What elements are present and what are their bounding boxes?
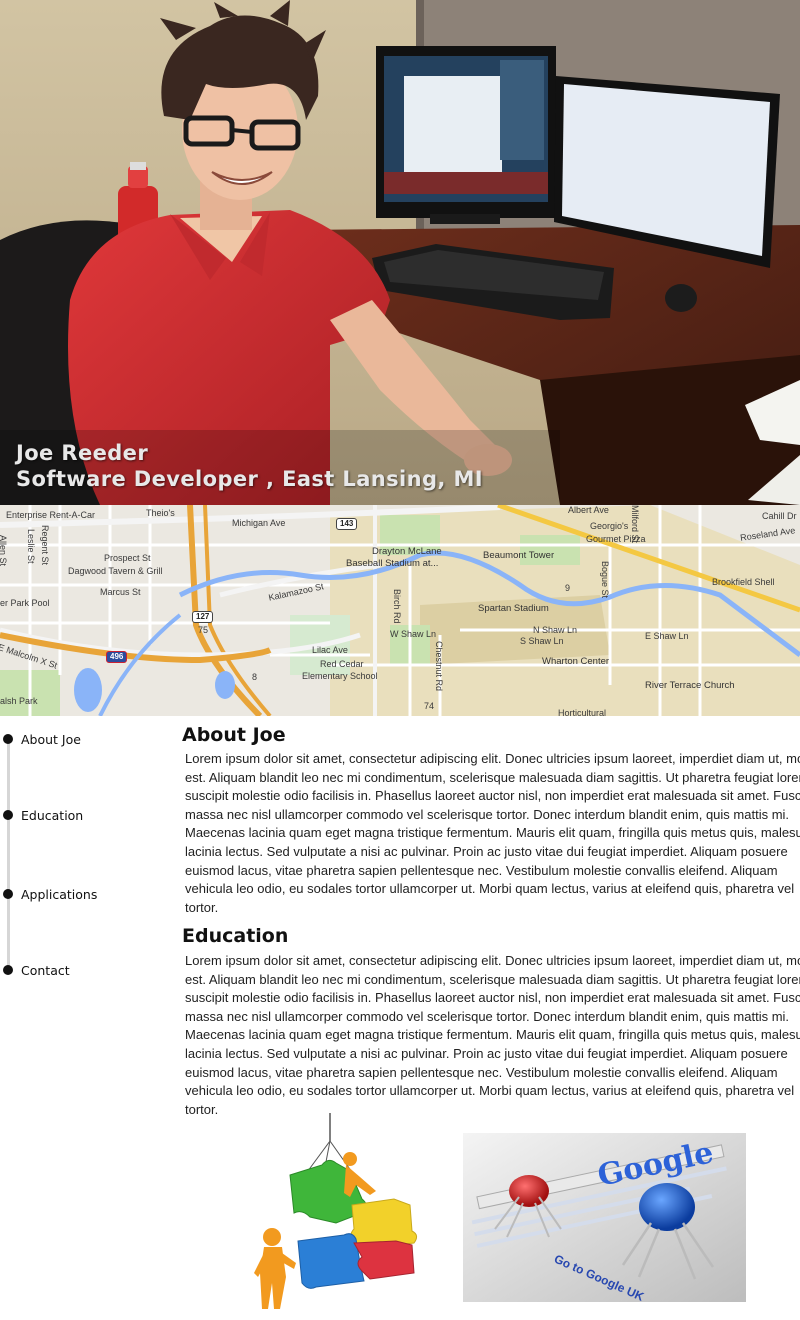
hero-photo-illustration [0,0,800,505]
map-label-walshpark: alsh Park [0,696,38,706]
about-section-body: Lorem ipsum dolor sit amet, consectetur … [185,751,800,915]
map-label-elementary: Elementary School [302,671,378,681]
map-label-baseball: Baseball Stadium at... [346,558,439,569]
map-shield-74: 74 [424,701,435,711]
map-shield-127: 127 [192,611,214,623]
nav-item-about-joe[interactable]: About Joe [3,730,81,748]
map-label-wshaw: W Shaw Ln [390,629,437,639]
map-label-theios: Theio's [146,508,175,518]
map-label-sshaw: S Shaw Ln [520,636,564,646]
nav-item-education[interactable]: Education [3,806,83,824]
map-label-cahill: Cahill Dr [762,511,797,521]
map-shield-9: 9 [565,583,571,593]
location-map[interactable]: Enterprise Rent-A-Car Theio's Michigan A… [0,505,800,716]
map-label-prospect: Prospect St [104,553,151,563]
google-spiders-illustration: Google Go to Google UK [463,1133,746,1302]
map-label-spartan: Spartan Stadium [478,603,549,614]
bullet-dot-icon [3,810,13,820]
map-shield-496: 496 [106,651,128,663]
map-label-michigan-ave: Michigan Ave [232,518,286,528]
hero-subtitle: Software Developer , East Lansing, MI [16,467,484,491]
map-label-brookfield: Brookfield Shell [712,577,775,587]
map-label-milford: Milford St [630,505,640,544]
nav-item-label: Contact [21,962,70,978]
nav-item-applications[interactable]: Applications [3,885,97,903]
puzzle-illustration [254,1113,418,1309]
bullet-dot-icon [3,734,13,744]
bullet-dot-icon [3,965,13,975]
hero-caption: Joe Reeder Software Developer , East Lan… [16,440,483,492]
map-label-eshaw: E Shaw Ln [645,631,689,641]
map-label-nshaw: N Shaw Ln [533,625,578,635]
map-label-regent: Regent St [40,525,50,566]
education-section-body: Lorem ipsum dolor sit amet, consectetur … [185,953,800,1117]
map-shield-8: 8 [252,672,258,682]
map-label-lilac: Lilac Ave [312,645,348,655]
map-label-horticultural: Horticultural [558,708,607,716]
map-label-enterprise: Enterprise Rent-A-Car [6,510,96,520]
map-label-albert-ave: Albert Ave [568,505,609,515]
map-label-allen: Allen St [0,535,8,567]
map-label-georgios: Georgio's [590,521,629,531]
map-label-birch: Birch Rd [392,589,402,624]
side-nav: About Joe Education Applications Contact [0,730,170,990]
page: Joe Reeder Software Developer , East Lan… [0,0,800,1320]
nav-item-contact[interactable]: Contact [3,961,70,979]
map-label-bogue: Bogue St [600,561,610,599]
about-section-title: About Joe [182,724,286,746]
nav-timeline-line [7,740,10,972]
map-shield-143: 143 [336,518,358,530]
map-label-chestnut: Chestnut Rd [434,641,444,692]
map-label-drayton: Drayton McLane [372,546,442,557]
map-label-beaumont: Beaumont Tower [483,550,555,561]
education-section-title: Education [182,925,289,947]
map-label-marcus: Marcus St [100,587,141,597]
map-label-leslie: Leslie St [26,529,36,564]
map-label-wharton: Wharton Center [542,656,610,667]
map-shield-75: 75 [198,625,209,635]
map-label-dagwood: Dagwood Tavern & Grill [68,566,163,576]
bullet-dot-icon [3,889,13,899]
map-label-riverterrace: River Terrace Church [645,680,735,691]
hero-photo: Joe Reeder Software Developer , East Lan… [0,0,800,505]
map-label-redcedar: Red Cedar [320,659,364,669]
map-label-parkpool: er Park Pool [0,598,50,608]
google-spiders-image: Google Go to Google UK [463,1133,746,1302]
hero-name: Joe Reeder [16,441,149,465]
nav-item-label: Applications [21,886,98,902]
puzzle-teamwork-image [250,1113,430,1313]
nav-item-label: Education [21,807,84,823]
nav-item-label: About Joe [21,731,81,747]
